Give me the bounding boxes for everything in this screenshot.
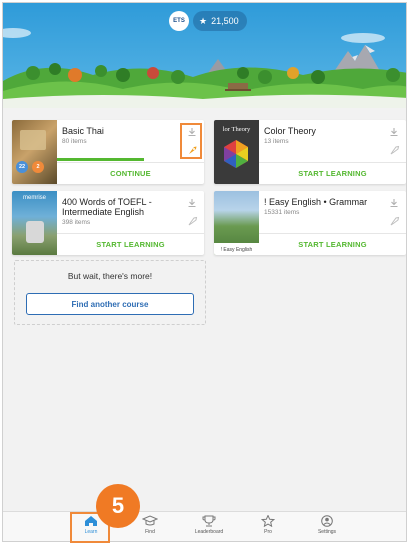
- user-avatar[interactable]: ETS: [169, 11, 189, 31]
- course-thumbnail: memrise: [12, 191, 57, 255]
- download-icon[interactable]: [186, 197, 198, 209]
- course-thumbnail: ! Easy English: [214, 191, 259, 255]
- course-card-easy-english[interactable]: ! Easy English ! Easy English • Grammar …: [214, 191, 406, 255]
- course-card-color-theory[interactable]: lor Theory Color Theory 13 items START L…: [214, 120, 406, 184]
- rocket-icon[interactable]: [186, 215, 198, 227]
- course-item-count: 398 items: [62, 219, 91, 226]
- thumbnail-caption: ! Easy English: [220, 247, 253, 253]
- star-icon: ★: [199, 15, 208, 26]
- nav-settings-label: Settings: [317, 529, 337, 535]
- thumbnail-caption: memrise: [22, 195, 46, 201]
- profile-icon: [321, 515, 333, 527]
- more-courses-panel: But wait, there's more! Find another cou…: [14, 260, 206, 325]
- course-title: ! Easy English • Grammar: [264, 197, 368, 207]
- nav-find-label: Find: [145, 529, 155, 535]
- course-title: Color Theory: [264, 126, 316, 136]
- rocket-icon[interactable]: [388, 144, 400, 156]
- bottom-navigation: Learn Find Leaderboard Pro Settings: [3, 511, 406, 541]
- continue-button[interactable]: CONTINUE: [57, 162, 204, 184]
- start-learning-button[interactable]: START LEARNING: [259, 162, 406, 184]
- start-learning-button[interactable]: START LEARNING: [57, 233, 204, 255]
- step-callout: 5: [96, 484, 140, 528]
- nav-pro-label: Pro: [264, 529, 272, 535]
- course-thumbnail: lor Theory: [214, 120, 259, 184]
- points-value: 21,500: [211, 16, 239, 26]
- nav-leaderboard[interactable]: Leaderboard: [184, 512, 234, 541]
- download-rocket-highlight: [180, 123, 202, 159]
- course-title-line-2: Intermediate English: [62, 207, 145, 217]
- star-outline-icon: [261, 515, 275, 527]
- header-landscape: ETS ★ 21,500: [3, 3, 406, 108]
- color-wheel-icon: [224, 140, 248, 168]
- nav-pro[interactable]: Pro: [243, 512, 293, 541]
- course-card-basic-thai[interactable]: 22 2 Basic Thai 80 items CONTINUE: [12, 120, 204, 184]
- course-title: 400 Words of TOEFL - Intermediate Englis…: [62, 197, 152, 217]
- graduation-cap-icon: [142, 515, 158, 526]
- course-card-toefl[interactable]: memrise 400 Words of TOEFL - Intermediat…: [12, 191, 204, 255]
- nav-settings[interactable]: Settings: [302, 512, 352, 541]
- nav-leaderboard-label: Leaderboard: [194, 529, 224, 535]
- difficult-count-badge: 2: [32, 161, 44, 173]
- rocket-icon[interactable]: [388, 215, 400, 227]
- download-icon[interactable]: [388, 197, 400, 209]
- trophy-icon: [202, 515, 216, 527]
- more-courses-text: But wait, there's more!: [67, 271, 153, 281]
- progress-bar: [57, 158, 144, 161]
- app-frame: ETS ★ 21,500 22 2 Basic Thai 80 items CO…: [2, 2, 407, 542]
- start-learning-button[interactable]: START LEARNING: [259, 233, 406, 255]
- download-icon[interactable]: [388, 126, 400, 138]
- course-title: Basic Thai: [62, 126, 104, 136]
- review-count-badge: 22: [16, 161, 28, 173]
- points-badge[interactable]: ★ 21,500: [193, 11, 247, 31]
- course-thumbnail: 22 2: [12, 120, 57, 184]
- course-item-count: 80 items: [62, 138, 87, 145]
- course-item-count: 13 items: [264, 138, 289, 145]
- course-item-count: 15331 items: [264, 209, 300, 216]
- find-another-course-button[interactable]: Find another course: [26, 293, 194, 315]
- course-title-line-1: 400 Words of TOEFL -: [62, 197, 152, 207]
